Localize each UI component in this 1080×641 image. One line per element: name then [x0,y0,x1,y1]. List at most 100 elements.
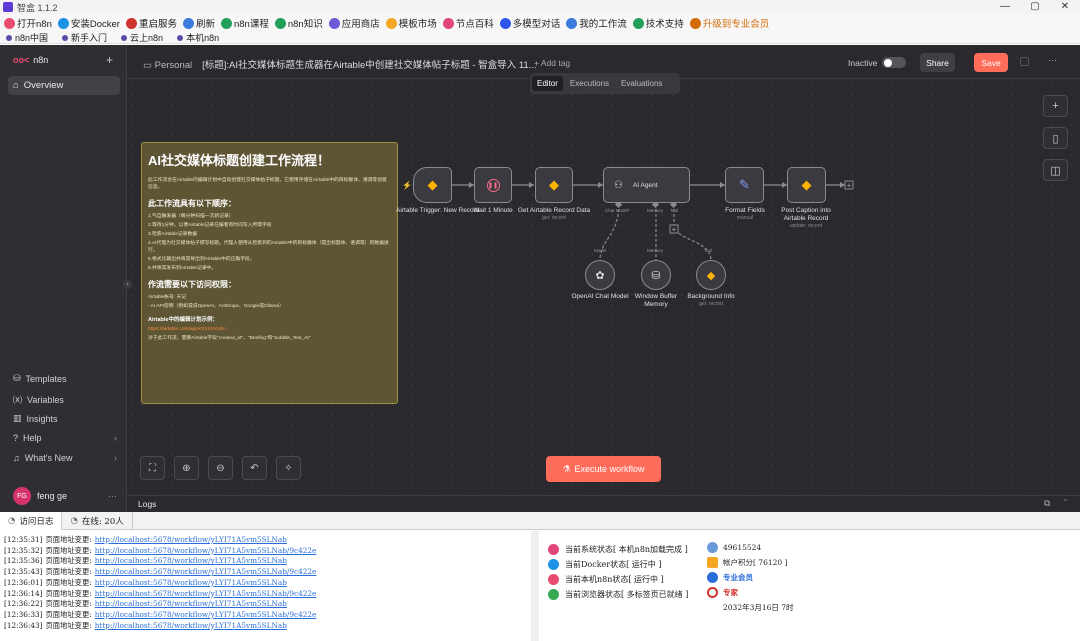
more-icon[interactable]: ··· [108,491,117,501]
node-ai-agent[interactable]: ⚇ AI Agent [603,167,690,203]
sidebar-item-insights[interactable]: ▥ Insights [13,413,117,424]
execute-workflow-button[interactable]: ⚗ Execute workflow [546,456,661,482]
chevron-up-icon[interactable]: ˆ [1064,498,1067,508]
add-tag-button[interactable]: + Add tag [534,58,570,68]
zoom-in-button[interactable]: ⊕ [174,456,199,480]
sidebar-item-help[interactable]: ? Help › [13,433,117,443]
toolbar-button[interactable]: 安装Docker [57,16,120,30]
node-airtable-trigger[interactable]: ◆ [413,167,452,203]
log-url[interactable]: http://localhost:5678/workflow/yLYI71A5v… [95,610,317,619]
node-post-caption[interactable]: ◆ [787,167,826,203]
status-icon [548,574,559,585]
toolbar-button[interactable]: 打开n8n [4,16,52,30]
log-url[interactable]: http://localhost:5678/workflow/yLYI71A5v… [95,621,287,630]
sidebar-item-variables[interactable]: ⒳ Variables [13,393,117,406]
log-url[interactable]: http://localhost:5678/workflow/yLYI71A5v… [95,599,287,608]
log-message: 页面地址变更: [45,577,92,587]
node-background-info[interactable]: ◆ [696,260,726,290]
avatar [707,542,718,553]
toolbar-button[interactable]: 重启服务 [125,16,177,30]
n8n-logo[interactable]: oo< n8n [13,55,48,65]
close-button[interactable]: ✕ [1050,0,1080,14]
toolbar-label: 安装Docker [70,19,120,30]
zoom-out-icon: ⊖ [216,462,225,474]
tab-evaluations[interactable]: Evaluations [616,76,667,91]
chevron-right-icon: › [114,453,117,463]
sticky-note-button[interactable]: ▯ [1043,127,1068,149]
toolbar-button[interactable]: n8n课程 [220,16,269,30]
collapse-sidebar-icon[interactable]: ‹ [123,280,132,289]
log-url[interactable]: http://localhost:5678/workflow/yLYI71A5v… [95,535,287,544]
status-label: 当前本机n8n状态[ 运行中 ] [565,575,664,584]
toolbar-button[interactable]: 节点百科 [442,16,494,30]
templates-icon: ⛁ [13,373,21,383]
create-plus-icon[interactable]: + [106,53,113,67]
sidebar-item-label: What's New [24,453,73,463]
sidebar-item-overview[interactable]: ⌂ Overview [8,76,120,95]
log-scrollbar[interactable] [531,531,539,641]
fit-view-button[interactable]: ⛶ [140,456,165,480]
toolbar-button[interactable]: 刷新 [182,16,215,30]
log-message: 页面地址变更: [45,535,92,544]
account-id-row: 49615524 [707,540,794,555]
toolbar-button[interactable]: 技术支持 [632,16,684,30]
bookmark-cloud-n8n[interactable]: 云上n8n [121,31,163,44]
add-node-button[interactable]: + [1043,95,1068,117]
log-url[interactable]: http://localhost:5678/workflow/yLYI71A5v… [95,578,287,587]
bookmark-icon [62,34,69,41]
bookmark-beginner[interactable]: 新手入门 [62,31,107,44]
panel-toggle-button[interactable]: ◫ [1043,159,1068,181]
toolbar-button[interactable]: 升级到专业会员 [689,16,769,30]
share-button[interactable]: Share [920,53,955,72]
toolbar-button[interactable]: n8n知识 [274,16,323,30]
minimize-button[interactable]: — [990,0,1020,14]
toolbar-button[interactable]: 我的工作流 [566,16,627,30]
sticky-title: AI社交媒体标题创建工作流程！ [148,153,331,168]
node-format-fields[interactable]: ✎ [725,167,764,203]
toolbar-label: 我的工作流 [579,19,627,30]
status-list: 当前系统状态[ 本机n8n加载完成 ] 当前Docker状态[ 运行中 ] 当前本机… [548,542,688,602]
undo-button[interactable]: ↶ [242,456,267,480]
tab-editor[interactable]: Editor [532,76,563,91]
sidebar-item-templates[interactable]: ⛁ Templates [13,373,117,384]
breadcrumb-project[interactable]: Personal [155,60,193,71]
log-url[interactable]: http://localhost:5678/workflow/yLYI71A5v… [95,546,317,555]
toolbar-icon [182,17,194,29]
active-toggle[interactable] [882,57,906,68]
sidebar-item-whats-new[interactable]: ♫ What's New › [13,453,117,463]
log-url[interactable]: http://localhost:5678/workflow/yLYI71A5v… [95,589,317,598]
sticky-note[interactable]: AI社交媒体标题创建工作流程！ 此工作流会在Airtable内编辑计划中自动创建… [141,142,398,404]
log-time: [12:36:43] [4,620,43,630]
toolbar-button[interactable]: 模板市场 [385,16,437,30]
tab-access-log[interactable]: ◔ 访问日志 [0,511,63,530]
toolbar-button[interactable]: 应用商店 [328,16,380,30]
bookmark-local-n8n[interactable]: 本机n8n [177,31,219,44]
toolbar-icon [274,17,286,29]
logs-panel-bar[interactable]: Logs ⧉ ˆ [127,495,1080,512]
port-label-memory: Memory [647,208,664,213]
node-wait[interactable]: ❚❚ [474,167,512,203]
brand-name: n8n [33,55,49,65]
pop-out-icon[interactable]: ⧉ [1044,498,1050,509]
save-button[interactable]: Save [974,53,1008,72]
copy-icon[interactable] [1020,57,1029,66]
node-window-buffer-memory[interactable]: ⛁ [641,260,671,290]
toolbar-button[interactable]: 多模型对话 [499,16,561,30]
workflow-name[interactable]: [标题]:AI社交媒体标题生成器在Airtable中创建社交媒体帖子标题 - 智… [202,60,536,71]
node-get-airtable-record[interactable]: ◆ [535,167,573,203]
log-url[interactable]: http://localhost:5678/workflow/yLYI71A5v… [95,556,287,565]
more-options-icon[interactable]: ··· [1048,55,1057,65]
tab-online[interactable]: ◔ 在线: 20人 [62,511,133,530]
node-openai-chat-model[interactable]: ✿ [585,260,615,290]
log-url[interactable]: http://localhost:5678/workflow/yLYI71A5v… [95,567,317,576]
zoom-out-button[interactable]: ⊖ [208,456,233,480]
toolbar-label: 多模型对话 [512,19,561,30]
tidy-up-button[interactable]: ✧ [276,456,301,480]
sticky-link[interactable]: https://airtable.com/appXXXXXX/shr... [148,326,391,333]
user-menu[interactable]: FG feng ge ··· [13,487,117,505]
tab-executions[interactable]: Executions [565,76,614,91]
bookmark-n8n-china[interactable]: n8n中国 [6,31,48,44]
maximize-button[interactable]: ▢ [1020,0,1050,14]
log-line: [12:36:22] 页面地址变更: http://localhost:5678/w… [4,599,526,610]
view-tabs: Editor Executions Evaluations [530,73,680,94]
